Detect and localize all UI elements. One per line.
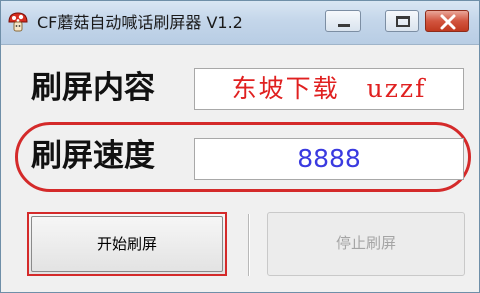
close-button[interactable]: [425, 10, 469, 32]
content-label: 刷屏内容: [31, 70, 155, 106]
app-window: CF蘑菇自动喊话刷屏器 V1.2 刷屏内容 东坡下载 uzzf 刷屏速度 888…: [0, 0, 480, 293]
minimize-button[interactable]: [325, 10, 361, 32]
stop-button[interactable]: 停止刷屏: [267, 212, 465, 276]
speed-label: 刷屏速度: [31, 138, 155, 174]
stop-button-label: 停止刷屏: [335, 234, 396, 252]
content-input-value: 东坡下载 uzzf: [231, 74, 427, 103]
maximize-icon: [396, 16, 410, 27]
speed-input-value: 8888: [297, 144, 361, 173]
speed-input[interactable]: 8888: [194, 138, 464, 180]
mushroom-icon: [8, 12, 28, 32]
main-panel: 刷屏内容 东坡下载 uzzf 刷屏速度 8888 开始刷屏 停止刷屏: [1, 46, 479, 292]
start-button-focus-frame: [31, 216, 223, 272]
window-title: CF蘑菇自动喊话刷屏器 V1.2: [37, 13, 243, 32]
button-divider: [248, 214, 250, 276]
start-button[interactable]: 开始刷屏: [27, 212, 227, 276]
maximize-button[interactable]: [385, 10, 419, 32]
minimize-icon: [338, 24, 350, 27]
content-input[interactable]: 东坡下载 uzzf: [194, 68, 464, 110]
title-bar[interactable]: CF蘑菇自动喊话刷屏器 V1.2: [1, 1, 479, 45]
close-icon: [440, 14, 456, 30]
